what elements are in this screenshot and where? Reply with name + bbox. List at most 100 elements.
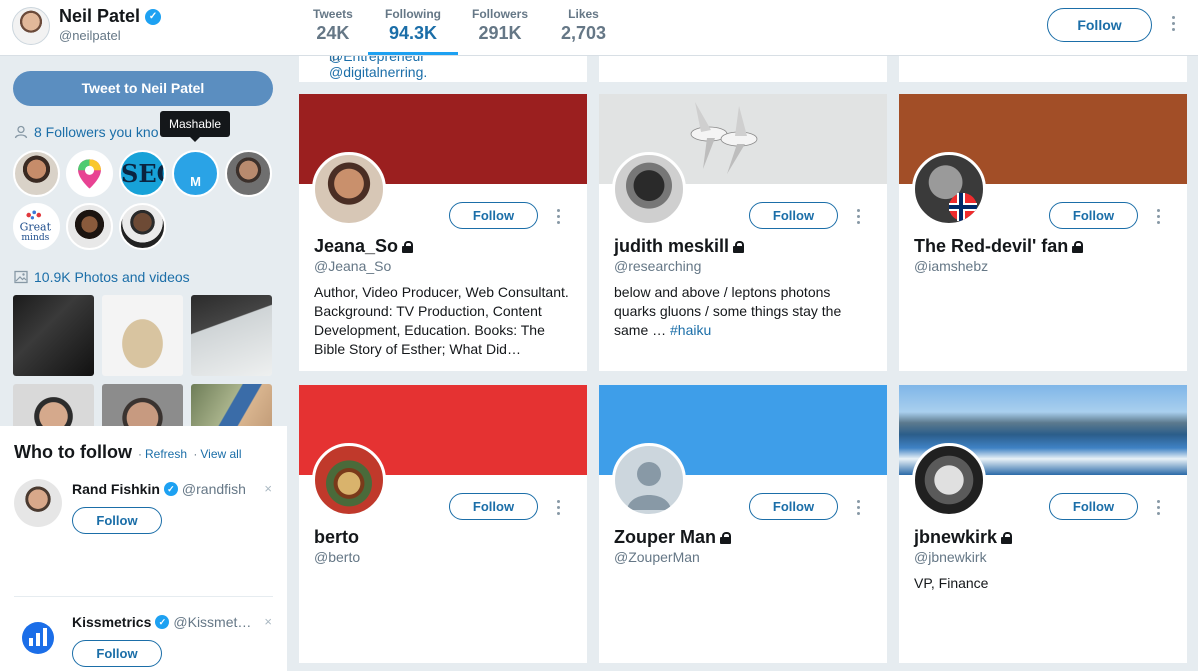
- user-card[interactable]: Follow jbnewkirk @jbnewkirk VP, Finance: [899, 385, 1187, 663]
- follow-button[interactable]: Follow: [1049, 493, 1138, 520]
- card-handle: @berto: [314, 549, 361, 565]
- followers-you-know-link[interactable]: 8 Followers you kno: [14, 124, 159, 140]
- more-options-icon[interactable]: [557, 209, 561, 224]
- follow-button[interactable]: Follow: [72, 640, 162, 667]
- card-name[interactable]: Zouper Man: [614, 527, 731, 548]
- card-handle: @Jeana_So: [314, 258, 392, 274]
- card-handle: @ZouperMan: [614, 549, 700, 565]
- verified-badge-icon: ✓: [163, 482, 178, 496]
- norway-flag-icon: [949, 193, 977, 221]
- protected-lock-icon: [1001, 531, 1013, 544]
- suggested-user: Kissmetrics ✓ @Kissmet… Follow ×: [14, 612, 274, 671]
- profile-avatar[interactable]: [12, 7, 50, 45]
- follower-avatar[interactable]: [13, 150, 60, 197]
- stat-tweets[interactable]: Tweets 24K: [313, 7, 353, 44]
- user-name[interactable]: Kissmetrics ✓ @Kissmet…: [72, 614, 251, 630]
- who-to-follow-links: · Refresh · View all: [138, 447, 242, 461]
- card-bio: VP, Finance: [914, 575, 989, 591]
- follow-button[interactable]: Follow: [449, 202, 538, 229]
- photo-thumbnail[interactable]: [13, 295, 94, 376]
- verified-badge-icon: ✓: [145, 8, 162, 25]
- profile-nav-bar: Neil Patel ✓ @neilpatel Tweets 24K Follo…: [0, 0, 1198, 56]
- follow-button[interactable]: Follow: [449, 493, 538, 520]
- more-options-icon[interactable]: [1157, 500, 1161, 515]
- more-options-icon[interactable]: [857, 209, 861, 224]
- follow-button[interactable]: Follow: [72, 507, 162, 534]
- who-to-follow-module: Who to follow · Refresh · View all Rand Fi…: [0, 426, 287, 671]
- more-options-icon[interactable]: [1157, 209, 1161, 224]
- verified-badge-icon: ✓: [155, 615, 170, 629]
- follow-button[interactable]: Follow: [1049, 202, 1138, 229]
- user-avatar[interactable]: [14, 479, 62, 527]
- follower-avatar[interactable]: [66, 150, 113, 197]
- suggested-user: Rand Fishkin ✓ @randfish Follow ×: [14, 479, 274, 539]
- svg-text:Great: Great: [20, 221, 52, 234]
- card-handle: @researching: [614, 258, 702, 274]
- view-all-link[interactable]: View all: [200, 447, 241, 461]
- partial-card: [599, 56, 887, 82]
- user-name[interactable]: Rand Fishkin ✓ @randfish: [72, 481, 246, 497]
- svg-text:minds: minds: [21, 233, 49, 243]
- mashable-avatar[interactable]: M: [172, 150, 219, 197]
- card-bio: below and above / leptons photons quarks…: [614, 284, 842, 338]
- stat-following[interactable]: Following 94.3K: [385, 7, 441, 44]
- image-icon: [14, 270, 28, 284]
- mashable-tooltip: Mashable: [160, 111, 231, 142]
- protected-lock-icon: [402, 240, 414, 253]
- dismiss-icon[interactable]: ×: [264, 481, 272, 496]
- default-avatar-icon[interactable]: [612, 443, 686, 517]
- user-avatar[interactable]: [14, 612, 62, 660]
- user-card[interactable]: Follow Zouper Man @ZouperMan: [599, 385, 887, 663]
- protected-lock-icon: [720, 531, 731, 544]
- person-icon: [14, 125, 28, 139]
- follower-avatar[interactable]: [66, 203, 113, 250]
- seo-avatar[interactable]: SEO: [119, 150, 166, 197]
- follower-avatar[interactable]: [225, 150, 272, 197]
- more-options-icon[interactable]: [857, 500, 861, 515]
- protected-lock-icon: [1072, 240, 1084, 253]
- card-handle: @jbnewkirk: [914, 549, 987, 565]
- great-minds-avatar[interactable]: Great minds: [13, 203, 60, 250]
- profile-name-text: Neil Patel: [59, 6, 141, 26]
- card-name[interactable]: judith meskill: [614, 236, 745, 257]
- card-name[interactable]: The Red-devil' fan: [914, 236, 1084, 257]
- follow-button[interactable]: Follow: [749, 202, 838, 229]
- photo-thumbnail[interactable]: [191, 295, 272, 376]
- card-avatar[interactable]: [912, 152, 986, 226]
- stat-followers[interactable]: Followers 291K: [472, 7, 528, 44]
- user-card[interactable]: Follow The Red-devil' fan @iamshebz: [899, 94, 1187, 371]
- card-name[interactable]: Jeana_So: [314, 236, 414, 257]
- card-name[interactable]: jbnewkirk: [914, 527, 1013, 548]
- more-options-icon[interactable]: [1172, 16, 1176, 31]
- map-pin-logo-icon: [78, 159, 101, 189]
- active-tab-underline: [368, 52, 458, 55]
- profile-handle: @neilpatel: [59, 28, 121, 43]
- more-options-icon[interactable]: [557, 500, 561, 515]
- dismiss-icon[interactable]: ×: [264, 614, 272, 629]
- card-avatar[interactable]: [312, 443, 386, 517]
- card-handle: @iamshebz: [914, 258, 989, 274]
- card-avatar[interactable]: [912, 443, 986, 517]
- user-card[interactable]: Follow berto @berto: [299, 385, 587, 663]
- refresh-link[interactable]: Refresh: [145, 447, 187, 461]
- divider: [14, 596, 273, 597]
- follower-avatar[interactable]: [119, 203, 166, 250]
- tweet-to-button[interactable]: Tweet to Neil Patel: [13, 71, 273, 106]
- partial-card: in @Entrepreneur @digitalnerring.: [299, 48, 587, 82]
- follow-button[interactable]: Follow: [749, 493, 838, 520]
- kissmetrics-logo-icon: [22, 622, 54, 654]
- user-card[interactable]: Follow Jeana_So @Jeana_So Author, Video …: [299, 94, 587, 371]
- card-bio: Author, Video Producer, Web Consultant. …: [314, 284, 569, 357]
- card-avatar[interactable]: [312, 152, 386, 226]
- hashtag-link[interactable]: #haiku: [670, 322, 711, 338]
- photo-thumbnail[interactable]: [102, 295, 183, 376]
- profile-name[interactable]: Neil Patel ✓: [59, 6, 162, 27]
- protected-lock-icon: [733, 240, 745, 253]
- profile-follow-button[interactable]: Follow: [1047, 8, 1152, 42]
- card-avatar[interactable]: [612, 152, 686, 226]
- stat-likes[interactable]: Likes 2,703: [561, 7, 606, 44]
- card-name[interactable]: berto: [314, 527, 359, 548]
- photos-videos-link[interactable]: 10.9K Photos and videos: [14, 269, 190, 285]
- who-to-follow-title: Who to follow: [14, 442, 132, 462]
- user-card[interactable]: Follow judith meskill @researching below…: [599, 94, 887, 371]
